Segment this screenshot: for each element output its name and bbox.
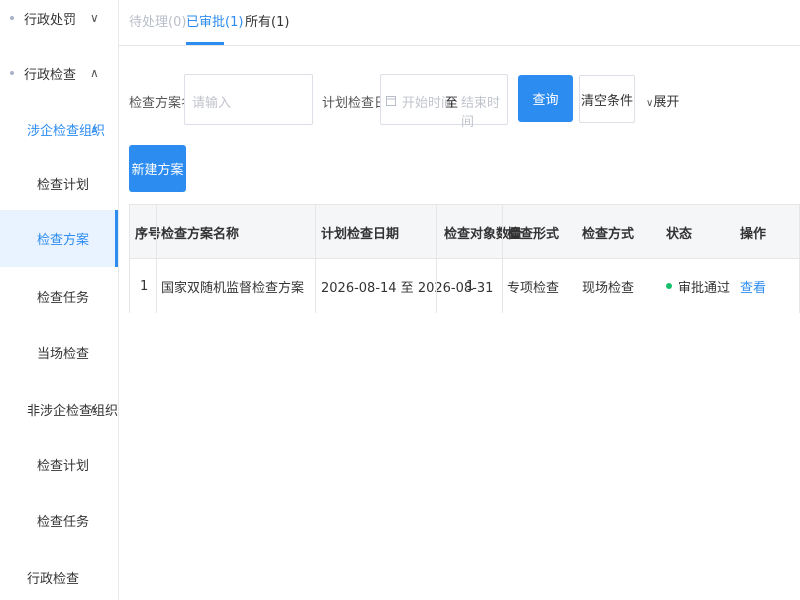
column-divider	[315, 205, 316, 313]
sidebar-item-label: 检查任务	[37, 514, 90, 530]
sidebar-item-inspection-scheme[interactable]: 检查方案	[0, 210, 118, 267]
query-button[interactable]: 查询	[518, 75, 573, 122]
tab-approved[interactable]: 已审批(1)	[186, 11, 243, 30]
sidebar-item-label: 检查计划	[37, 458, 90, 474]
date-range-picker[interactable]: 开始时间 至 结束时间	[380, 74, 508, 130]
sidebar-item-label: 检查方案	[37, 233, 90, 248]
column-header: 序号	[135, 226, 162, 242]
sidebar-item-label: 检查计划	[37, 177, 90, 193]
sidebar-item-inspection-plan[interactable]: 检查计划	[0, 163, 118, 203]
expand-label: 展开	[653, 95, 680, 110]
clear-conditions-button[interactable]: 清空条件	[579, 75, 635, 123]
plan-name-input[interactable]: 请输入	[184, 74, 313, 125]
bullet-dot-icon	[10, 71, 14, 75]
end-date-placeholder: 结束时间	[461, 96, 501, 130]
sidebar-item-admin-inspection-group[interactable]: 行政检查 ∧	[0, 53, 118, 93]
row-index: 1	[140, 278, 149, 294]
plan-name-placeholder: 请输入	[192, 96, 232, 111]
calendar-icon	[386, 96, 396, 106]
status-badge: 审批通过	[678, 280, 731, 296]
sidebar-item-label: 行政检查	[27, 571, 80, 587]
sidebar-item-enterprise-inspection-org[interactable]: 涉企检查组织 ∧	[0, 109, 118, 149]
column-divider	[436, 205, 437, 313]
row-object-count: 1	[466, 278, 475, 294]
column-header: 计划检查日期	[321, 226, 400, 242]
chevron-up-icon: ∧	[89, 402, 98, 416]
sidebar-item-admin-penalty[interactable]: 行政处罚 ∨	[0, 0, 118, 38]
column-header: 状态	[666, 226, 693, 242]
bullet-dot-icon	[10, 16, 14, 20]
sidebar-item-inspection-task-2[interactable]: 检查任务	[0, 500, 118, 540]
tab-pending[interactable]: 待处理(0)	[129, 11, 186, 30]
sidebar-item-label: 当场检查	[37, 346, 90, 362]
row-status: 审批通过	[666, 259, 730, 313]
sidebar-item-on-site-inspection[interactable]: 当场检查	[0, 332, 118, 372]
column-header: 检查方案名称	[161, 226, 240, 242]
sidebar-item-admin-inspection[interactable]: 行政检查	[0, 557, 118, 597]
sidebar-item-label: 检查任务	[37, 290, 90, 306]
chevron-up-icon: ∧	[90, 66, 99, 80]
chevron-up-icon: ∧	[90, 122, 99, 136]
sidebar: 行政处罚 ∨ 行政检查 ∧ 涉企检查组织 ∧ 检查计划 检查方案 检查任务 当场…	[0, 0, 119, 600]
column-divider	[156, 205, 157, 313]
tab-all[interactable]: 所有(1)	[245, 11, 289, 30]
expand-toggle[interactable]: ∨展开	[646, 91, 679, 110]
column-header: 检查方式	[582, 226, 635, 242]
table-row: 1 国家双随机监督检查方案 2026-08-14 至 2026-08-31 1 …	[130, 259, 799, 313]
plans-table: 序号 检查方案名称 计划检查日期 检查对象数量 检查形式 检查方式 状态 操作 …	[129, 204, 800, 313]
column-header: 检查形式	[507, 226, 560, 242]
active-tab-indicator	[186, 42, 224, 45]
sidebar-item-non-enterprise-inspection-org[interactable]: 非涉企检查组织 ∧	[0, 389, 118, 429]
column-divider	[502, 205, 503, 313]
date-separator: 至	[445, 96, 459, 111]
chevron-down-icon: ∨	[90, 11, 99, 25]
table-header: 序号 检查方案名称 计划检查日期 检查对象数量 检查形式 检查方式 状态 操作	[130, 205, 799, 259]
tab-bar: 待处理(0) 已审批(1) 所有(1)	[119, 0, 800, 46]
status-dot-icon	[666, 283, 672, 289]
view-link[interactable]: 查看	[740, 259, 766, 313]
row-inspection-form: 专项检查	[507, 280, 560, 296]
row-plan-name: 国家双随机监督检查方案	[161, 280, 305, 296]
row-inspection-method: 现场检查	[582, 280, 635, 296]
sidebar-item-inspection-task[interactable]: 检查任务	[0, 276, 118, 316]
sidebar-item-label: 行政检查	[24, 67, 77, 83]
new-plan-button[interactable]: 新建方案	[129, 145, 186, 192]
column-header: 操作	[740, 226, 767, 242]
sidebar-item-inspection-plan-2[interactable]: 检查计划	[0, 444, 118, 484]
sidebar-item-label: 非涉企检查组织	[27, 403, 119, 419]
sidebar-item-label: 行政处罚	[24, 12, 77, 28]
